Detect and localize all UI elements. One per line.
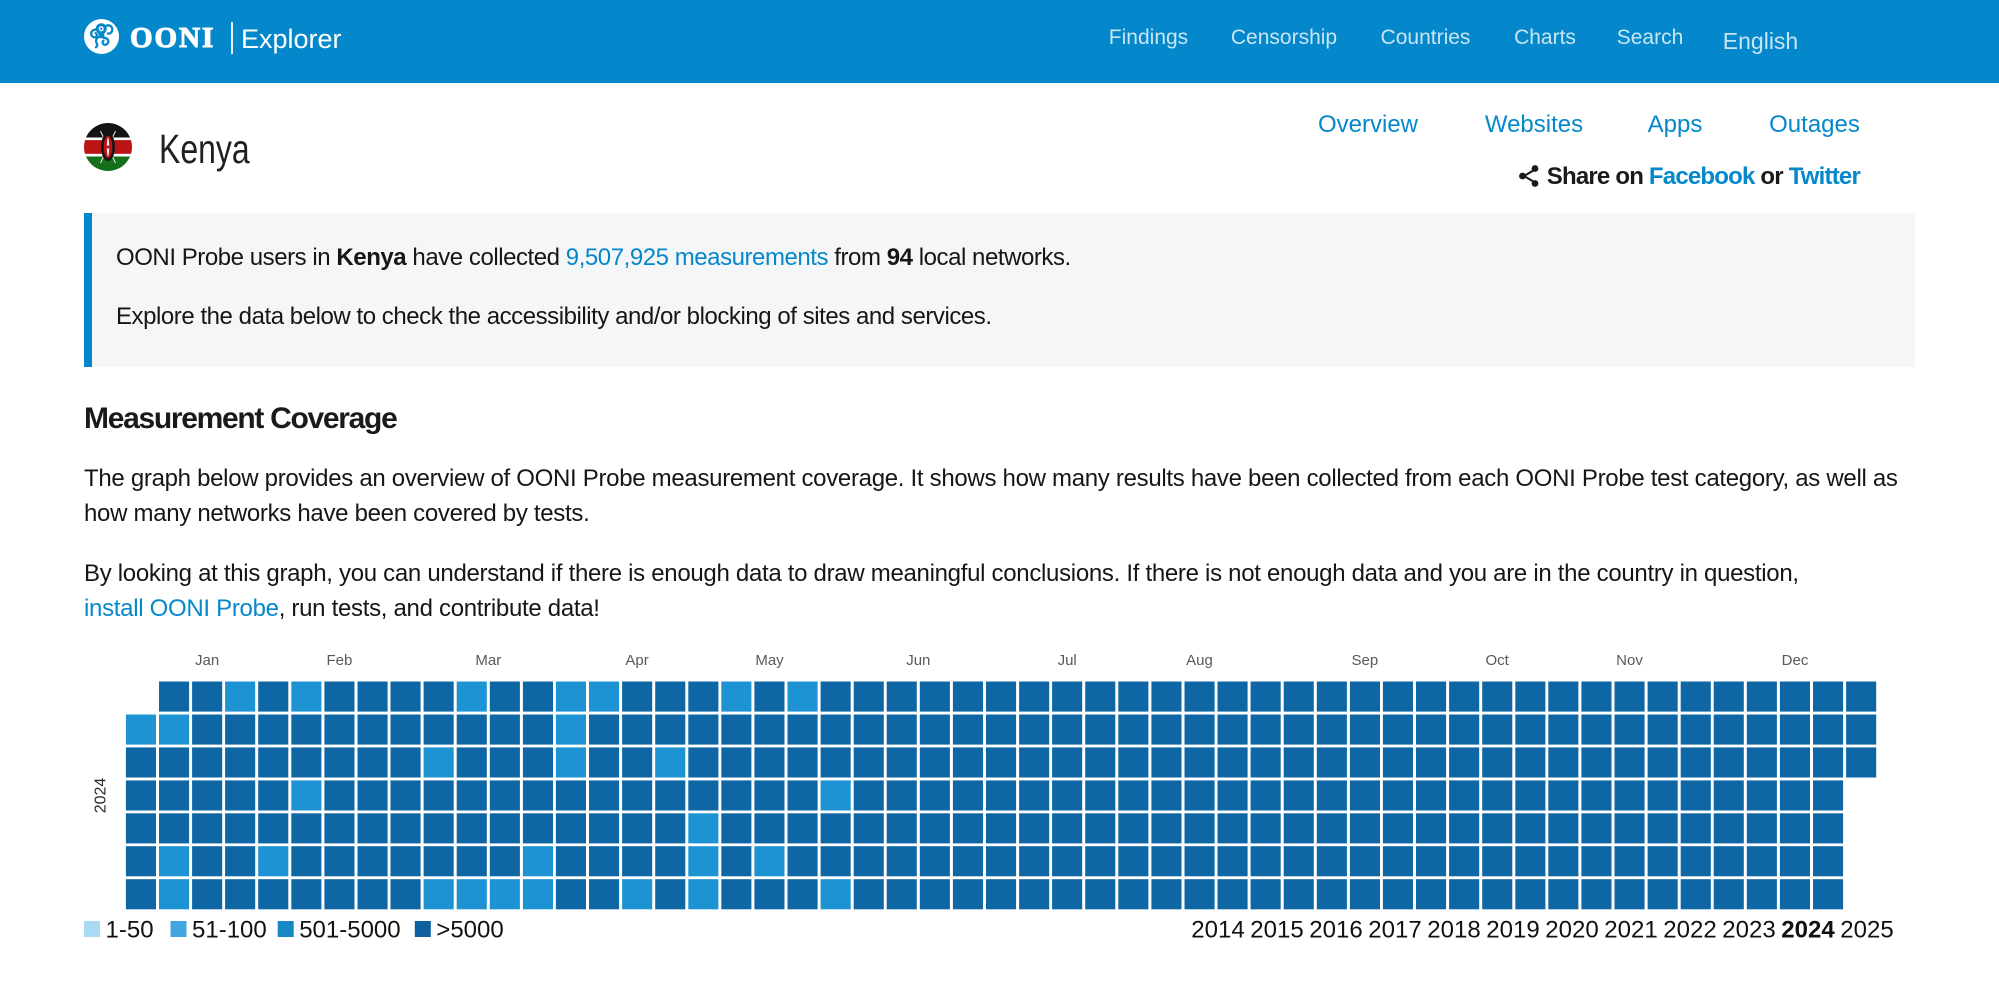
svg-text:Sep: Sep bbox=[1352, 652, 1379, 669]
svg-text:2020: 2020 bbox=[1545, 917, 1598, 944]
svg-text:Dec: Dec bbox=[1782, 652, 1809, 669]
svg-text:2022: 2022 bbox=[1663, 917, 1716, 944]
svg-text:Mar: Mar bbox=[475, 652, 501, 669]
svg-text:2024: 2024 bbox=[93, 778, 110, 814]
svg-text:2016: 2016 bbox=[1309, 917, 1362, 944]
svg-text:Jan: Jan bbox=[195, 652, 219, 669]
svg-text:2017: 2017 bbox=[1368, 917, 1421, 944]
svg-text:2015: 2015 bbox=[1250, 917, 1303, 944]
svg-text:Jul: Jul bbox=[1058, 652, 1077, 669]
svg-text:Nov: Nov bbox=[1616, 652, 1643, 669]
svg-text:2025: 2025 bbox=[1840, 917, 1893, 944]
svg-text:Feb: Feb bbox=[326, 652, 352, 669]
svg-text:Apr: Apr bbox=[625, 652, 648, 669]
svg-text:Jun: Jun bbox=[906, 652, 930, 669]
svg-text:Aug: Aug bbox=[1186, 652, 1213, 669]
svg-text:2014: 2014 bbox=[1191, 917, 1244, 944]
svg-text:2023: 2023 bbox=[1722, 917, 1775, 944]
svg-text:>5000: >5000 bbox=[436, 917, 503, 944]
svg-text:2018: 2018 bbox=[1427, 917, 1480, 944]
svg-text:2024: 2024 bbox=[1781, 917, 1835, 944]
svg-text:501-5000: 501-5000 bbox=[299, 917, 400, 944]
svg-text:1-50: 1-50 bbox=[106, 917, 154, 944]
svg-text:Oct: Oct bbox=[1486, 652, 1510, 669]
svg-text:51-100: 51-100 bbox=[192, 917, 267, 944]
svg-text:2019: 2019 bbox=[1486, 917, 1539, 944]
svg-text:May: May bbox=[755, 652, 784, 669]
svg-text:2021: 2021 bbox=[1604, 917, 1657, 944]
